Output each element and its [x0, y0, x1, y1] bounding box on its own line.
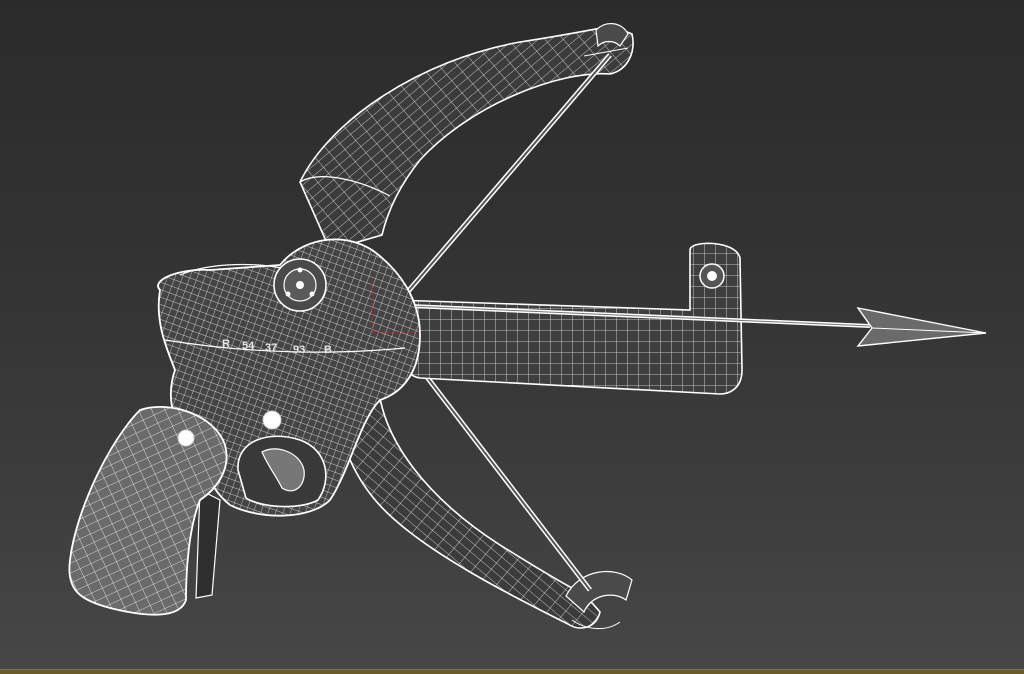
engraving-prefix: R	[222, 338, 230, 350]
engraving-n3: 93	[293, 344, 305, 356]
grip-handle[interactable]	[68, 406, 228, 616]
3d-viewport[interactable]: R 54 37 93 B	[0, 0, 1024, 674]
rail-pin-center-icon	[707, 271, 717, 281]
arrow-head-icon	[856, 306, 987, 347]
upper-limb[interactable]	[299, 23, 634, 251]
wireframe-scene[interactable]: R 54 37 93 B	[0, 0, 1024, 674]
lower-limb[interactable]	[333, 378, 633, 629]
screw-icon	[262, 410, 282, 430]
engraving-n2: 37	[265, 342, 277, 354]
engraving-n1: 54	[242, 340, 255, 352]
viewport-border	[0, 669, 1024, 674]
engraving-suffix: B	[324, 344, 332, 356]
grip-screw-icon	[177, 429, 195, 447]
